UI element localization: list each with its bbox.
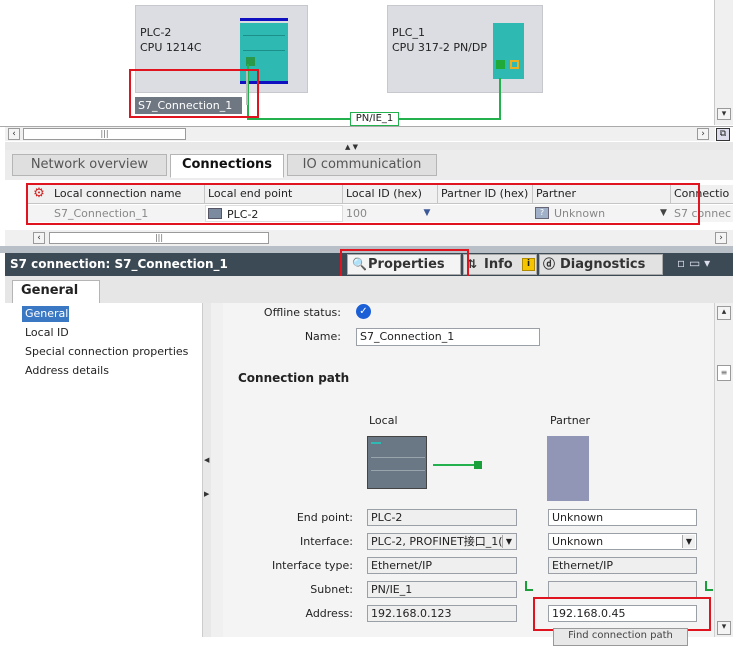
local-link-line: [433, 461, 482, 469]
partner-interface-type-field: Ethernet/IP: [548, 557, 697, 574]
local-interface-value: PLC-2, PROFINET接口_1(: [371, 535, 503, 548]
view-tabs: Network overview Connections IO communic…: [5, 150, 733, 180]
table-horizontal-scrollbar[interactable]: ‹ ||| ›: [5, 230, 733, 246]
tab-connections[interactable]: Connections: [170, 154, 284, 178]
scroll-right-icon[interactable]: ›: [697, 128, 709, 140]
partner-interface-value: Unknown: [552, 535, 604, 548]
scroll-up-icon[interactable]: ▴: [717, 306, 731, 320]
overview-nav-icon[interactable]: ⧉: [716, 128, 730, 141]
section-tabs: General: [5, 276, 733, 304]
tab-network-overview[interactable]: Network overview: [12, 154, 167, 176]
connections-table: ⚙ Local connection name Local end point …: [5, 180, 733, 230]
network-horizontal-scrollbar[interactable]: ‹ ||| ›: [5, 127, 715, 141]
name-field[interactable]: S7_Connection_1: [356, 328, 540, 346]
connection-path-title: Connection path: [238, 371, 350, 385]
inspector-title: S7 connection: S7_Connection_1: [10, 257, 228, 271]
local-title: Local: [369, 414, 398, 427]
table-highlight: [26, 183, 700, 225]
partner-subnet-port-icon: [705, 581, 713, 591]
local-interface-select[interactable]: PLC-2, PROFINET接口_1( ▼: [367, 533, 517, 550]
tab-info[interactable]: ⇅ Info i: [463, 254, 537, 275]
scroll-thumb[interactable]: |||: [23, 128, 186, 140]
tab-io-communication[interactable]: IO communication: [287, 154, 437, 176]
offline-status-label: Offline status:: [263, 306, 341, 319]
window-controls-icon[interactable]: ▫ ▭ ▾: [677, 256, 710, 270]
subnet-label[interactable]: PN/IE_1: [350, 112, 399, 126]
scroll-down-icon[interactable]: ▾: [717, 108, 731, 120]
diagnostics-icon: ⓓ: [543, 257, 556, 271]
partner-subnet-field: [548, 581, 697, 598]
nav-address-details[interactable]: Address details: [22, 363, 109, 379]
local-end-point-field: PLC-2: [367, 509, 517, 526]
nav-general[interactable]: General: [22, 306, 69, 322]
end-point-label: End point:: [296, 511, 353, 524]
local-plc-icon: [367, 436, 427, 489]
partner-device-icon: [547, 436, 589, 501]
scroll-left-icon[interactable]: ‹: [8, 128, 20, 140]
info-label: Info: [484, 257, 513, 272]
nav-splitter[interactable]: ◀ ▶: [203, 303, 211, 637]
inspector-nav: General Local ID Special connection prop…: [5, 303, 203, 637]
scroll-thumb[interactable]: ≡: [717, 365, 731, 381]
find-connection-path-button[interactable]: Find connection path: [553, 628, 688, 646]
local-interface-type-field: Ethernet/IP: [367, 557, 517, 574]
subnet-label: Subnet:: [310, 583, 353, 596]
diagnostics-label: Diagnostics: [560, 257, 646, 272]
connection-lines: [246, 64, 501, 120]
interface-type-label: Interface type:: [271, 559, 353, 572]
tab-diagnostics[interactable]: ⓓ Diagnostics: [539, 254, 663, 275]
properties-content: Offline status: ✓ Name: S7_Connection_1 …: [223, 303, 714, 646]
address-highlight: [533, 597, 711, 631]
info-icon: i: [522, 258, 535, 271]
scroll-right-icon[interactable]: ›: [715, 232, 727, 244]
partner-end-point-field[interactable]: Unknown: [548, 509, 697, 526]
address-label: Address:: [305, 607, 353, 620]
check-icon: ✓: [356, 304, 371, 319]
scroll-left-icon[interactable]: ‹: [33, 232, 45, 244]
content-gutter: [211, 303, 223, 637]
partner-interface-select[interactable]: Unknown ▼: [548, 533, 697, 550]
local-subnet-field: PN/IE_1: [367, 581, 517, 598]
nav-special-connection-properties[interactable]: Special connection properties: [22, 344, 188, 360]
local-subnet-port-icon: [525, 581, 533, 591]
network-view[interactable]: PLC-2 CPU 1214C PLC_1 CPU 317-2 PN/DP PN…: [0, 0, 733, 127]
local-address-field: 192.168.0.123: [367, 605, 517, 622]
network-vertical-scrollbar[interactable]: ▾: [714, 0, 733, 125]
scroll-down-icon[interactable]: ▾: [717, 621, 731, 635]
connection-label[interactable]: S7_Connection_1: [135, 97, 242, 114]
nav-local-id[interactable]: Local ID: [22, 325, 69, 341]
chevron-down-icon[interactable]: ▼: [682, 535, 695, 548]
name-label: Name:: [304, 330, 341, 343]
splitter[interactable]: ▲ ▼: [5, 142, 733, 151]
interface-label: Interface:: [300, 535, 353, 548]
chevron-down-icon[interactable]: ▼: [502, 535, 515, 548]
tab-general[interactable]: General: [12, 280, 100, 304]
content-vertical-scrollbar[interactable]: ▴ ≡ ▾: [714, 303, 733, 637]
partner-title: Partner: [550, 414, 590, 427]
scroll-thumb[interactable]: |||: [49, 232, 269, 244]
